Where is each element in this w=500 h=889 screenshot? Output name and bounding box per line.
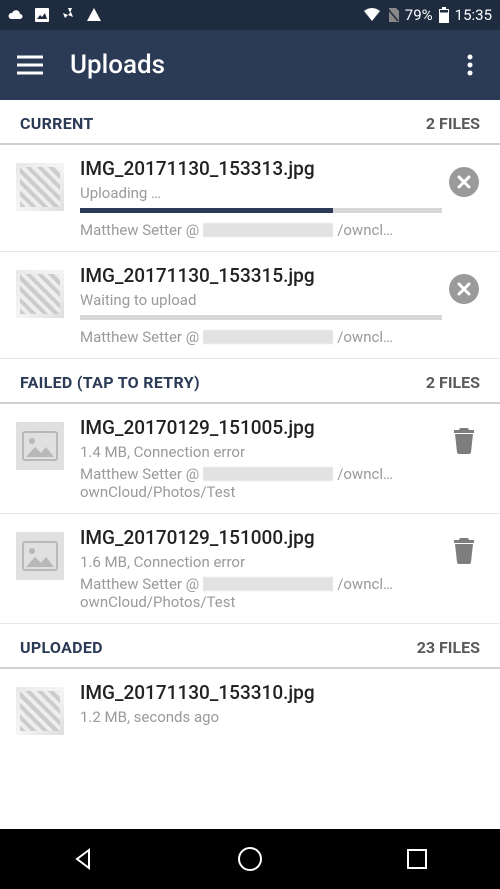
section-count: 2 FILES	[426, 114, 480, 133]
thumbnail	[16, 163, 64, 211]
upload-item[interactable]: IMG_20171130_153313.jpg Uploading … Matt…	[0, 145, 500, 252]
trash-icon	[452, 536, 476, 564]
section-count: 23 FILES	[417, 638, 480, 657]
trash-icon	[452, 426, 476, 454]
progress-bar	[80, 208, 442, 213]
redacted-host	[203, 330, 333, 344]
account-path: Matthew Setter @ /owncl…	[80, 465, 442, 483]
app-bar: Uploads	[0, 30, 500, 100]
close-icon	[456, 281, 472, 297]
wifi-icon	[363, 8, 381, 22]
section-title: UPLOADED	[20, 638, 103, 657]
account-prefix: Matthew Setter @	[80, 221, 199, 239]
file-name: IMG_20171130_153315.jpg	[80, 264, 442, 287]
battery-icon	[439, 7, 449, 23]
menu-button[interactable]	[10, 45, 50, 85]
account-suffix: /owncl…	[337, 575, 393, 593]
redacted-host	[203, 467, 333, 481]
upload-status: Waiting to upload	[80, 291, 442, 309]
progress-fill	[80, 208, 333, 213]
file-name: IMG_20171130_153310.jpg	[80, 681, 486, 704]
close-icon	[456, 174, 472, 190]
delete-button[interactable]	[442, 536, 486, 564]
back-button[interactable]	[63, 839, 103, 879]
thumbnail-placeholder	[16, 532, 64, 580]
account-path: Matthew Setter @ /owncl…	[80, 328, 442, 346]
redacted-host	[203, 577, 333, 591]
recent-apps-button[interactable]	[397, 839, 437, 879]
cloud-icon	[8, 9, 24, 21]
home-button[interactable]	[230, 839, 270, 879]
upload-item[interactable]: IMG_20171130_153315.jpg Waiting to uploa…	[0, 252, 500, 359]
section-header-current: CURRENT 2 FILES	[0, 100, 500, 145]
upload-item-failed[interactable]: IMG_20170129_151000.jpg 1.6 MB, Connecti…	[0, 514, 500, 624]
file-name: IMG_20170129_151005.jpg	[80, 416, 442, 439]
file-name: IMG_20170129_151000.jpg	[80, 526, 442, 549]
section-title: FAILED (TAP TO RETRY)	[20, 373, 200, 392]
upload-item-done[interactable]: IMG_20171130_153310.jpg 1.2 MB, seconds …	[0, 669, 500, 747]
upload-status: 1.6 MB, Connection error	[80, 553, 442, 571]
upload-status: 1.2 MB, seconds ago	[80, 708, 486, 726]
thumbnail	[16, 270, 64, 318]
section-count: 2 FILES	[426, 373, 480, 392]
warning-icon	[86, 7, 102, 23]
image-icon	[34, 7, 50, 23]
overflow-menu-button[interactable]	[450, 45, 490, 85]
account-path: Matthew Setter @ /owncl…	[80, 575, 442, 593]
progress-bar	[80, 315, 442, 320]
account-prefix: Matthew Setter @	[80, 575, 199, 593]
upload-status: 1.4 MB, Connection error	[80, 443, 442, 461]
remote-path: ownCloud/Photos/Test	[80, 593, 442, 611]
clock-time: 15:35	[455, 6, 492, 24]
battery-percent: 79%	[405, 6, 433, 24]
cancel-button[interactable]	[442, 274, 486, 304]
image-placeholder-icon	[22, 541, 58, 571]
account-suffix: /owncl…	[337, 221, 393, 239]
image-placeholder-icon	[22, 431, 58, 461]
page-title: Uploads	[70, 50, 450, 80]
account-suffix: /owncl…	[337, 465, 393, 483]
delete-button[interactable]	[442, 426, 486, 454]
account-prefix: Matthew Setter @	[80, 328, 199, 346]
account-path: Matthew Setter @ /owncl…	[80, 221, 442, 239]
cancel-button[interactable]	[442, 167, 486, 197]
section-title: CURRENT	[20, 114, 94, 133]
file-name: IMG_20171130_153313.jpg	[80, 157, 442, 180]
account-prefix: Matthew Setter @	[80, 465, 199, 483]
android-nav-bar	[0, 829, 500, 889]
no-sim-icon	[387, 8, 399, 22]
remote-path: ownCloud/Photos/Test	[80, 483, 442, 501]
pinwheel-icon	[60, 7, 76, 23]
status-bar: 79% 15:35	[0, 0, 500, 30]
section-header-uploaded: UPLOADED 23 FILES	[0, 624, 500, 669]
upload-item-failed[interactable]: IMG_20170129_151005.jpg 1.4 MB, Connecti…	[0, 404, 500, 514]
account-suffix: /owncl…	[337, 328, 393, 346]
upload-status: Uploading …	[80, 184, 442, 202]
thumbnail	[16, 687, 64, 735]
redacted-host	[203, 223, 333, 237]
section-header-failed[interactable]: FAILED (TAP TO RETRY) 2 FILES	[0, 359, 500, 404]
thumbnail-placeholder	[16, 422, 64, 470]
